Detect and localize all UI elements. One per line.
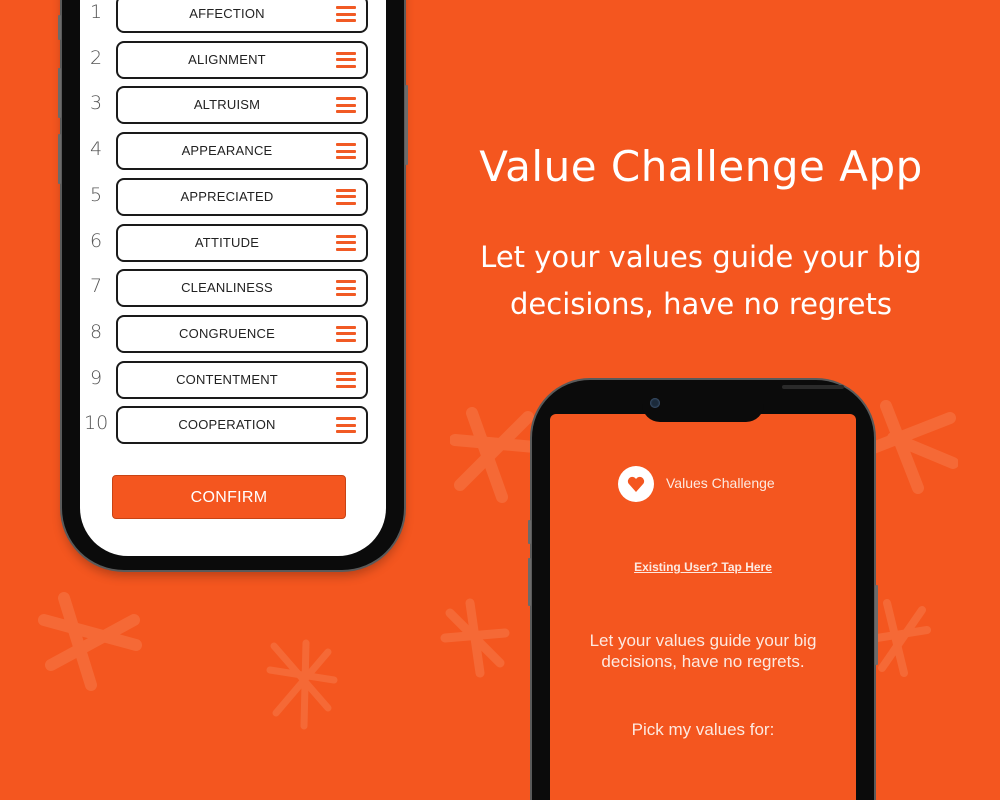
value-label: CLEANLINESS — [181, 280, 273, 296]
drag-handle-icon[interactable] — [336, 280, 356, 297]
phone-mockup-ranking: 1 AFFECTION 2 ALIGNMENT 3 ALTRUISM 4 APPEARANCE… — [58, 0, 408, 570]
drag-handle-icon[interactable] — [336, 6, 356, 22]
decorative-star-icon — [868, 398, 958, 498]
value-label: COOPERATION — [178, 417, 276, 433]
phone-side-button — [405, 85, 408, 165]
decorative-star-icon — [36, 590, 146, 700]
phone-side-button — [58, 134, 61, 184]
value-label: CONTENTMENT — [176, 371, 278, 387]
welcome-tagline: Let your values guide your big decisions… — [560, 630, 846, 672]
welcome-screen: Values Challenge Existing User? Tap Here… — [550, 414, 856, 800]
value-list-item[interactable]: 6 ATTITUDE — [80, 223, 386, 264]
phone-side-button — [875, 585, 878, 665]
value-rank: 4 — [89, 138, 103, 161]
camera-icon — [650, 398, 660, 408]
phone-side-button — [58, 68, 61, 118]
drag-handle-icon[interactable] — [336, 97, 356, 114]
value-card[interactable]: CLEANLINESS — [116, 269, 368, 308]
value-label: ALIGNMENT — [188, 51, 266, 67]
confirm-button[interactable]: CONFIRM — [112, 475, 346, 519]
value-list-item[interactable]: 7 CLEANLINESS — [80, 269, 386, 309]
drag-handle-icon[interactable] — [336, 325, 356, 342]
decorative-star-icon — [450, 405, 540, 505]
value-rank: 1 — [89, 1, 103, 23]
value-rank: 10 — [84, 412, 109, 435]
value-rank: 2 — [89, 46, 103, 69]
decorative-star-icon — [872, 598, 932, 678]
drag-handle-icon[interactable] — [336, 234, 356, 251]
phone-side-button — [528, 520, 531, 544]
phone-mockup-welcome: Values Challenge Existing User? Tap Here… — [528, 380, 878, 800]
marketing-subhead: Let your values guide your big decisions… — [440, 234, 962, 328]
value-card[interactable]: ATTITUDE — [116, 223, 368, 262]
app-name: Values Challenge — [666, 475, 775, 491]
phone-side-button — [58, 15, 61, 40]
drag-handle-icon[interactable] — [336, 371, 356, 388]
value-rank: 6 — [89, 229, 103, 252]
heart-icon — [627, 476, 645, 492]
value-list-item[interactable]: 8 CONGRUENCE — [80, 314, 386, 355]
value-rank: 3 — [89, 92, 103, 115]
value-rank: 8 — [89, 320, 103, 343]
value-card[interactable]: AFFECTION — [116, 0, 368, 33]
tagline-line: Let your values guide your big — [589, 631, 817, 650]
drag-handle-icon[interactable] — [336, 417, 356, 434]
value-rank: 7 — [89, 275, 103, 298]
value-list-item[interactable]: 9 CONTENTMENT — [80, 360, 386, 401]
ranking-screen: 1 AFFECTION 2 ALIGNMENT 3 ALTRUISM 4 APPEARANCE… — [80, 0, 386, 556]
value-list-item[interactable]: 4 APPEARANCE — [80, 132, 386, 172]
decorative-star-icon — [440, 598, 510, 678]
value-card[interactable]: ALIGNMENT — [116, 40, 368, 79]
marketing-headline: Value Challenge App — [479, 142, 923, 191]
value-label: APPEARANCE — [181, 143, 273, 159]
value-rank: 5 — [89, 183, 103, 206]
existing-user-link[interactable]: Existing User? Tap Here — [550, 560, 856, 574]
value-label: AFFECTION — [189, 6, 265, 21]
pick-values-label: Pick my values for: — [631, 720, 775, 739]
drag-handle-icon[interactable] — [336, 188, 356, 205]
drag-handle-icon[interactable] — [336, 143, 356, 160]
value-card[interactable]: COOPERATION — [116, 406, 368, 445]
phone-notch — [642, 380, 844, 422]
value-list-item[interactable]: 3 ALTRUISM — [80, 86, 386, 126]
value-card[interactable]: CONGRUENCE — [116, 314, 368, 353]
value-list-item[interactable]: 2 ALIGNMENT — [80, 40, 386, 81]
value-list-item[interactable]: 1 AFFECTION — [80, 0, 386, 35]
app-logo — [618, 466, 654, 502]
value-label: ATTITUDE — [194, 234, 260, 250]
value-list-item[interactable]: 5 APPRECIATED — [80, 177, 386, 218]
value-card[interactable]: ALTRUISM — [116, 86, 368, 125]
phone-side-button — [528, 558, 531, 606]
value-label: CONGRUENCE — [179, 325, 275, 341]
value-card[interactable]: APPEARANCE — [116, 132, 368, 171]
phone-speaker — [782, 385, 844, 389]
value-card[interactable]: APPRECIATED — [116, 177, 368, 216]
subhead-line: decisions, have no regrets — [510, 287, 892, 321]
subhead-line: Let your values guide your big — [480, 240, 922, 274]
value-rank: 9 — [89, 366, 103, 389]
drag-handle-icon[interactable] — [336, 51, 356, 68]
value-list-item[interactable]: 10 COOPERATION — [80, 406, 386, 446]
value-card[interactable]: CONTENTMENT — [116, 360, 368, 399]
tagline-line: decisions, have no regrets. — [601, 652, 805, 671]
value-label: APPRECIATED — [180, 188, 274, 204]
decorative-star-icon — [266, 638, 338, 730]
value-label: ALTRUISM — [193, 97, 261, 113]
